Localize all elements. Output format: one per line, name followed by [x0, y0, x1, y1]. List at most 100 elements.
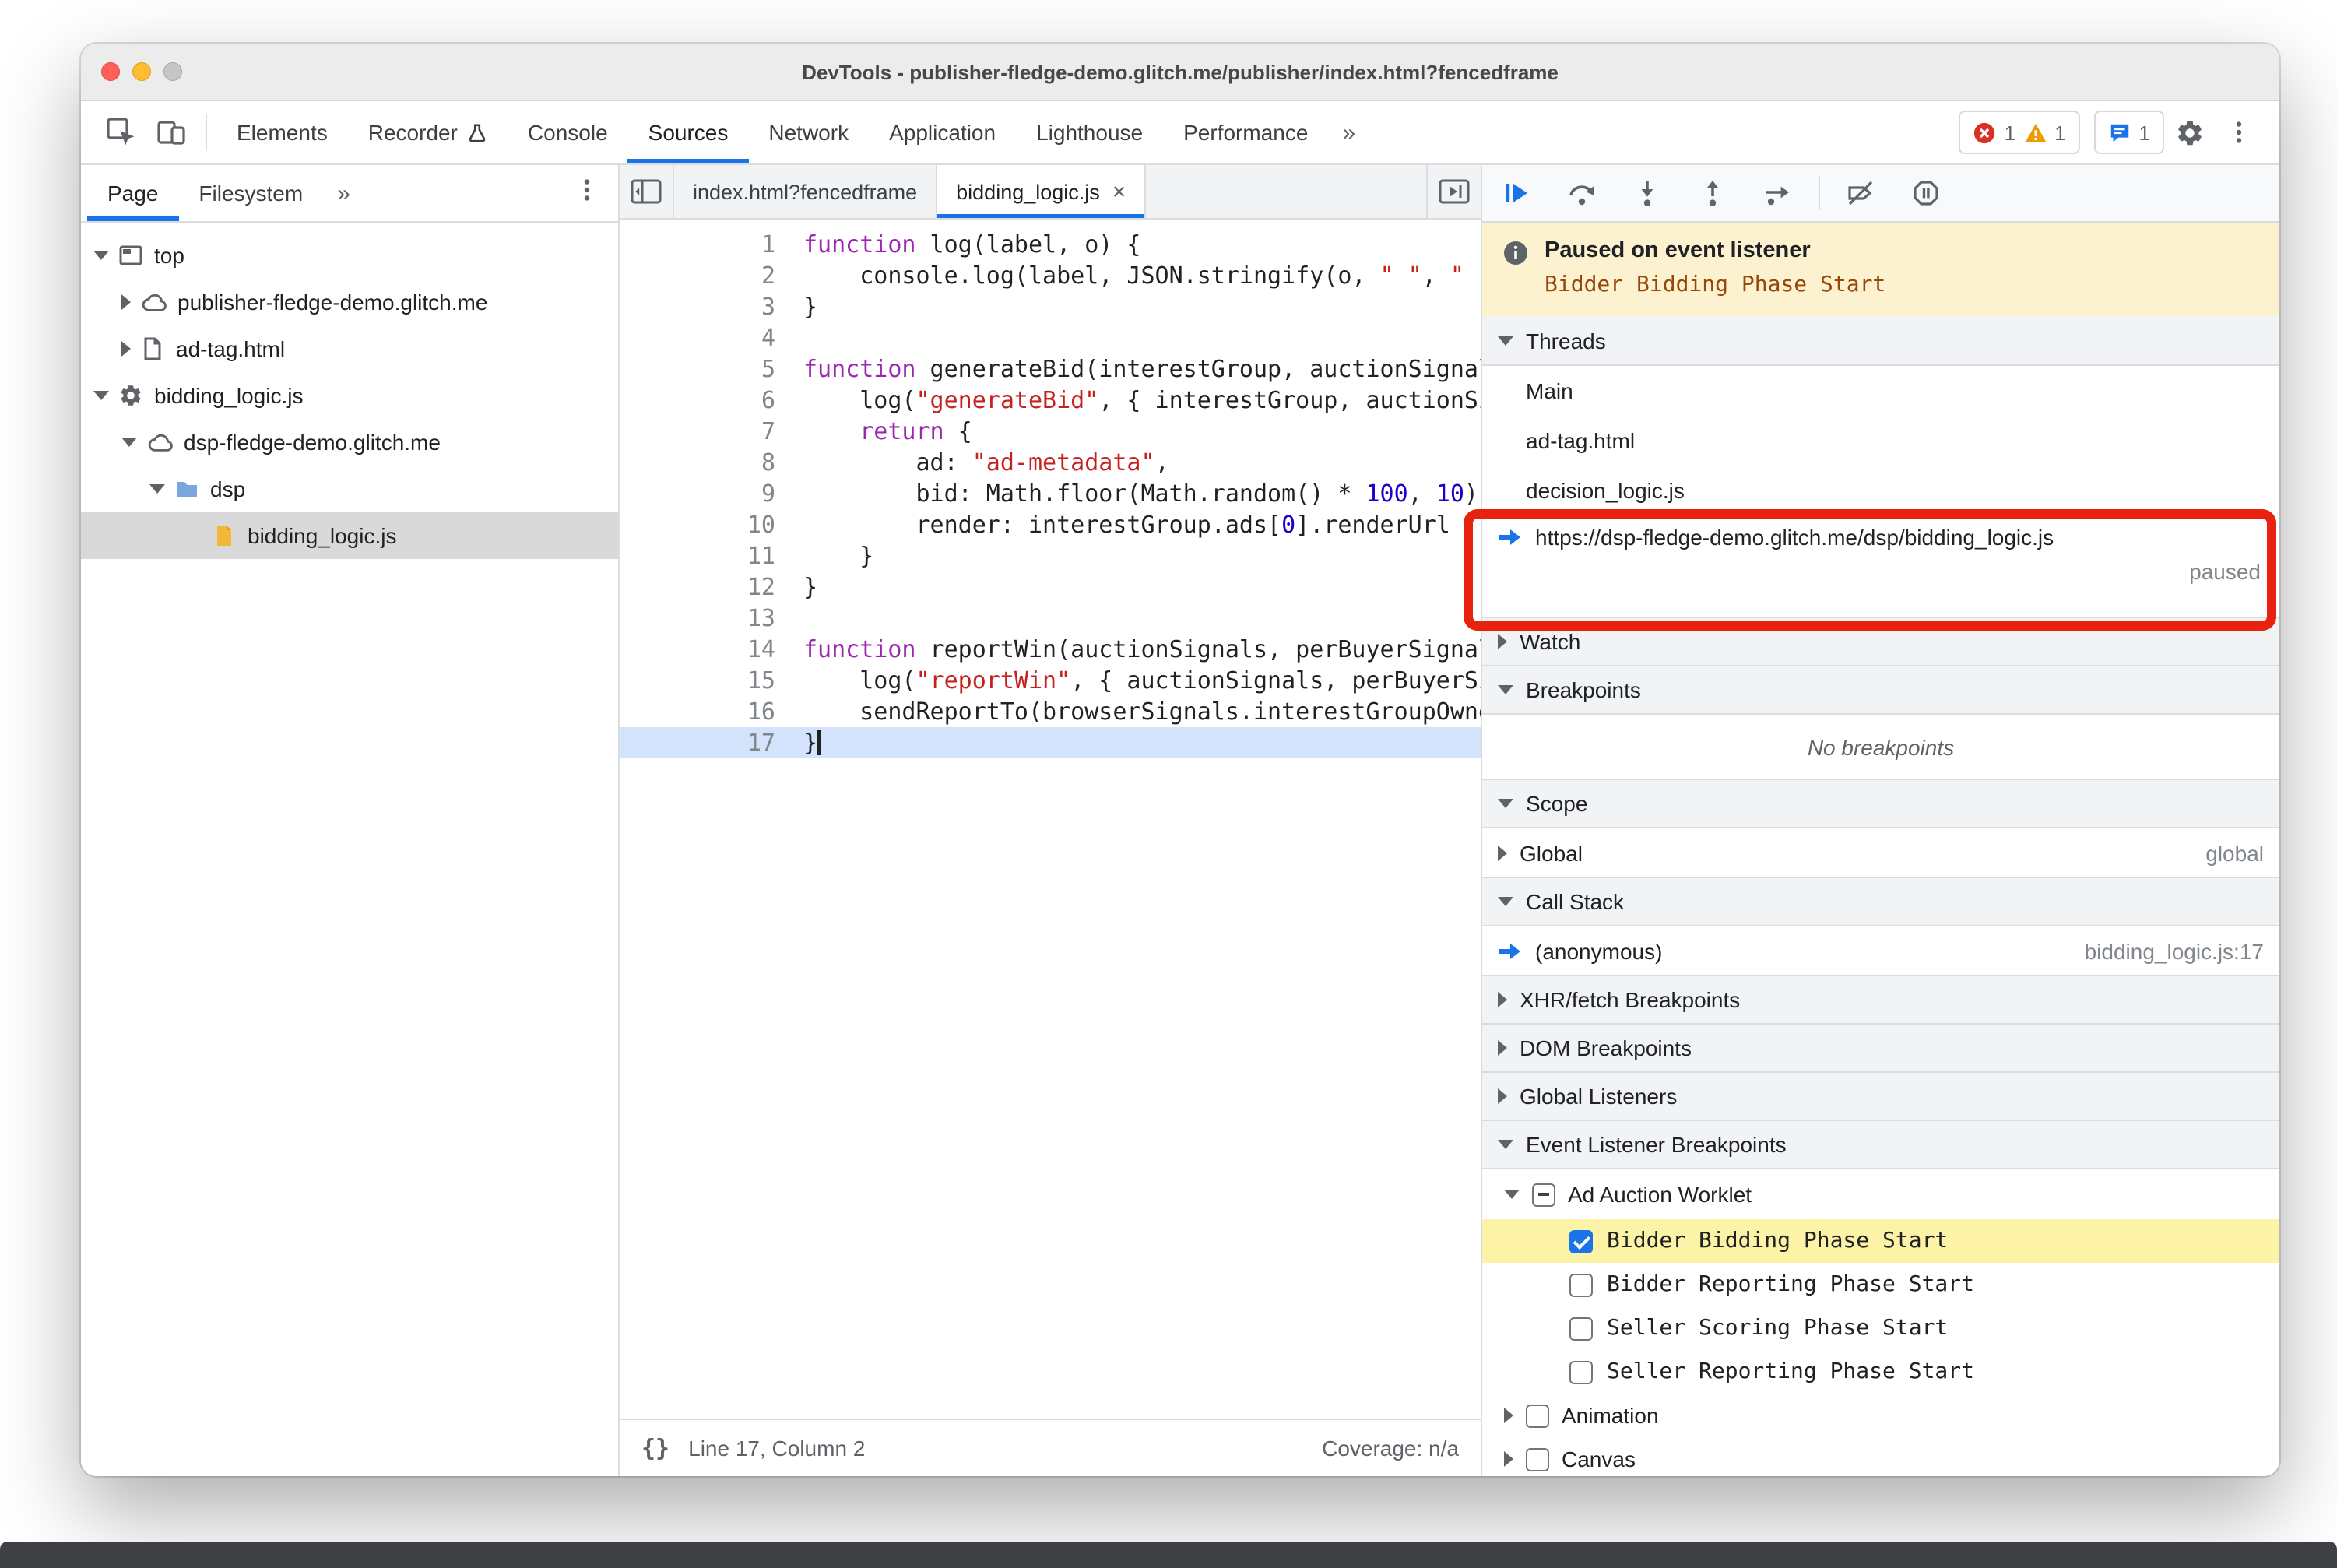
- section-watch[interactable]: Watch: [1482, 617, 2279, 666]
- main-menu-button[interactable]: [2214, 107, 2264, 157]
- tab-sources[interactable]: Sources: [628, 101, 749, 163]
- tab-performance[interactable]: Performance: [1163, 101, 1328, 163]
- code-line[interactable]: 6 log("generateBid", { interestGroup, au…: [620, 385, 1481, 416]
- close-tab-icon[interactable]: ×: [1112, 178, 1126, 205]
- collapse-icon[interactable]: [149, 484, 165, 494]
- tree-item-ad-tag[interactable]: ad-tag.html: [81, 325, 618, 372]
- line-number[interactable]: 15: [620, 665, 794, 696]
- expand-icon[interactable]: [1504, 1451, 1513, 1467]
- elb-item-seller-reporting-phase-start[interactable]: Seller Reporting Phase Start: [1482, 1350, 2279, 1394]
- step-button[interactable]: [1762, 178, 1794, 209]
- section-scope[interactable]: Scope: [1482, 779, 2279, 828]
- code-line[interactable]: 5 function generateBid(interestGroup, auc…: [620, 353, 1481, 385]
- step-into-button[interactable]: [1632, 178, 1663, 209]
- code-line[interactable]: 7 return {: [620, 416, 1481, 447]
- call-stack-frame[interactable]: (anonymous) bidding_logic.js:17: [1482, 926, 2279, 976]
- tab-lighthouse[interactable]: Lighthouse: [1016, 101, 1163, 163]
- issues-badge[interactable]: 1: [2093, 111, 2164, 154]
- code-line[interactable]: 8 ad: "ad-metadata",: [620, 447, 1481, 478]
- canvas-checkbox[interactable]: [1526, 1447, 1549, 1471]
- line-number[interactable]: 6: [620, 385, 794, 416]
- thread-main[interactable]: Main: [1482, 366, 2279, 416]
- errors-warnings-badge[interactable]: 1 1: [1959, 111, 2080, 154]
- resume-script-button[interactable]: [1501, 178, 1532, 209]
- collapse-icon[interactable]: [121, 438, 137, 447]
- line-number[interactable]: 4: [620, 322, 794, 353]
- code-line[interactable]: 17}: [620, 727, 1481, 758]
- code-line[interactable]: 13: [620, 603, 1481, 634]
- pause-on-exceptions-button[interactable]: [1910, 178, 1942, 209]
- line-number[interactable]: 7: [620, 416, 794, 447]
- thread-ad-tag[interactable]: ad-tag.html: [1482, 416, 2279, 466]
- line-number[interactable]: 2: [620, 260, 794, 291]
- line-number[interactable]: 3: [620, 291, 794, 322]
- line-number[interactable]: 5: [620, 353, 794, 385]
- tab-elements[interactable]: Elements: [216, 101, 348, 163]
- tree-item-dsp-folder[interactable]: dsp: [81, 466, 618, 512]
- line-number[interactable]: 12: [620, 571, 794, 603]
- editor-tab-index-html[interactable]: index.html?fencedframe: [674, 165, 938, 218]
- navigator-menu-button[interactable]: [562, 165, 612, 215]
- line-number[interactable]: 14: [620, 634, 794, 665]
- section-dom-breakpoints[interactable]: DOM Breakpoints: [1482, 1023, 2279, 1073]
- seller-reporting-checkbox[interactable]: [1569, 1360, 1593, 1383]
- deactivate-breakpoints-button[interactable]: [1845, 178, 1876, 209]
- collapse-icon[interactable]: [1504, 1190, 1520, 1199]
- tab-application[interactable]: Application: [869, 101, 1016, 163]
- code-line[interactable]: 14 function reportWin(auctionSignals, per…: [620, 634, 1481, 665]
- elb-category-canvas[interactable]: Canvas: [1482, 1437, 2279, 1476]
- more-panels-button[interactable]: »: [1328, 119, 1369, 146]
- close-window-button[interactable]: [101, 62, 120, 81]
- collapse-icon[interactable]: [93, 251, 109, 260]
- section-xhr-breakpoints[interactable]: XHR/fetch Breakpoints: [1482, 975, 2279, 1025]
- editor-tab-bidding-logic[interactable]: bidding_logic.js ×: [937, 165, 1147, 218]
- inspect-element-button[interactable]: [97, 107, 146, 157]
- elb-item-bidder-reporting-phase-start[interactable]: Bidder Reporting Phase Start: [1482, 1263, 2279, 1306]
- line-number[interactable]: 17: [620, 727, 794, 758]
- tab-page[interactable]: Page: [87, 165, 178, 221]
- step-over-button[interactable]: [1566, 178, 1597, 209]
- tab-console[interactable]: Console: [508, 101, 628, 163]
- code-line[interactable]: 10 render: interestGroup.ads[0].renderUr…: [620, 509, 1481, 540]
- minimize-window-button[interactable]: [132, 62, 151, 81]
- line-number[interactable]: 9: [620, 478, 794, 509]
- zoom-window-button[interactable]: [163, 62, 182, 81]
- line-number[interactable]: 16: [620, 696, 794, 727]
- seller-scoring-checkbox[interactable]: [1569, 1317, 1593, 1340]
- section-call-stack[interactable]: Call Stack: [1482, 877, 2279, 926]
- section-event-listener-breakpoints[interactable]: Event Listener Breakpoints: [1482, 1120, 2279, 1169]
- code-line[interactable]: 4: [620, 322, 1481, 353]
- thread-bidding-logic-active[interactable]: https://dsp-fledge-demo.glitch.me/dsp/bi…: [1482, 515, 2279, 618]
- line-number[interactable]: 13: [620, 603, 794, 634]
- tree-item-top[interactable]: top: [81, 232, 618, 279]
- line-number[interactable]: 11: [620, 540, 794, 571]
- section-breakpoints[interactable]: Breakpoints: [1482, 665, 2279, 715]
- editor-pane-options-button[interactable]: [1426, 165, 1481, 218]
- code-line[interactable]: 12}: [620, 571, 1481, 603]
- tree-item-dsp-origin[interactable]: dsp-fledge-demo.glitch.me: [81, 419, 618, 466]
- code-line[interactable]: 1 function log(label, o) {: [620, 229, 1481, 260]
- line-number[interactable]: 10: [620, 509, 794, 540]
- code-line[interactable]: 15 log("reportWin", { auctionSignals, pe…: [620, 665, 1481, 696]
- code-line[interactable]: 11 }: [620, 540, 1481, 571]
- tree-item-publisher-origin[interactable]: publisher-fledge-demo.glitch.me: [81, 279, 618, 325]
- step-out-button[interactable]: [1697, 178, 1728, 209]
- expand-icon[interactable]: [121, 341, 131, 357]
- section-threads[interactable]: Threads: [1482, 316, 2279, 366]
- pretty-print-icon[interactable]: {}: [641, 1434, 669, 1462]
- tab-recorder[interactable]: Recorder: [348, 101, 508, 163]
- elb-category-ad-auction-worklet[interactable]: Ad Auction Worklet: [1482, 1169, 2279, 1219]
- elb-item-bidder-bidding-phase-start[interactable]: Bidder Bidding Phase Start: [1482, 1219, 2279, 1263]
- animation-checkbox[interactable]: [1526, 1404, 1549, 1427]
- ad-auction-worklet-checkbox[interactable]: [1532, 1183, 1555, 1206]
- line-number[interactable]: 1: [620, 229, 794, 260]
- expand-icon[interactable]: [1504, 1408, 1513, 1423]
- thread-decision-logic[interactable]: decision_logic.js: [1482, 466, 2279, 515]
- code-line[interactable]: 16 sendReportTo(browserSignals.interestG…: [620, 696, 1481, 727]
- more-navigator-tabs-button[interactable]: »: [323, 165, 364, 221]
- expand-icon[interactable]: [121, 294, 131, 310]
- scope-global-row[interactable]: Global global: [1482, 828, 2279, 878]
- elb-item-seller-scoring-phase-start[interactable]: Seller Scoring Phase Start: [1482, 1306, 2279, 1350]
- tab-network[interactable]: Network: [748, 101, 869, 163]
- toggle-navigator-button[interactable]: [620, 165, 674, 218]
